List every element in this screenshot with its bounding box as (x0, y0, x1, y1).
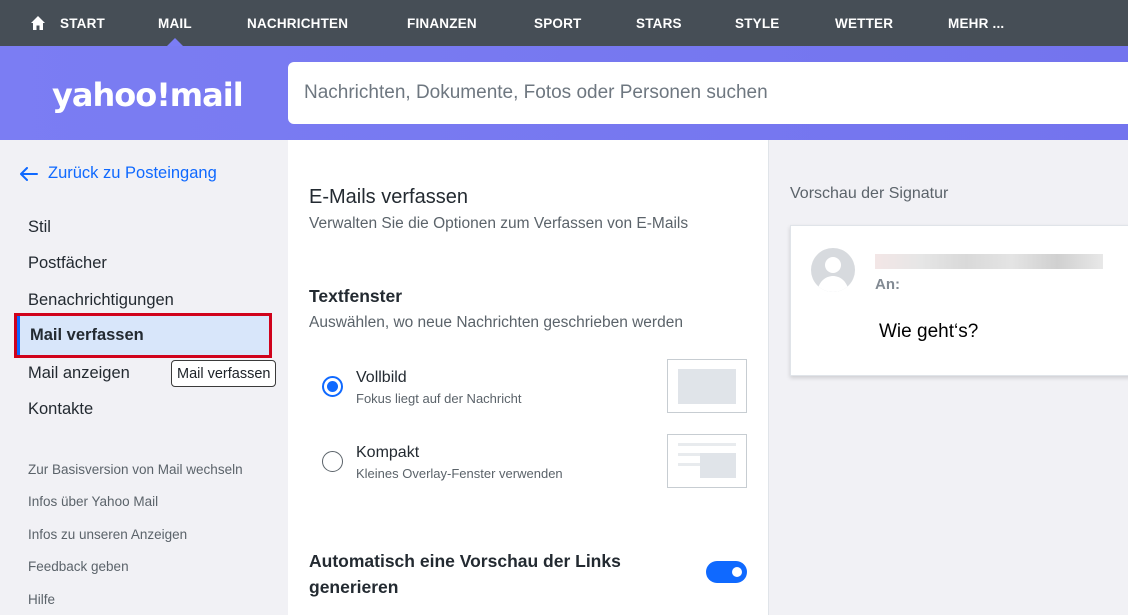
sender-name-redacted (875, 254, 1103, 269)
signature-preview-title: Vorschau der Signatur (790, 185, 949, 202)
nav-item-label: WETTER (835, 15, 894, 31)
option-sublabel: Kleines Overlay-Fenster verwenden (356, 466, 563, 481)
nav-item-mehr[interactable]: MEHR ... (948, 0, 1004, 46)
sidebar-item-postfaecher[interactable]: Postfächer (28, 254, 107, 273)
nav-item-sport[interactable]: SPORT (534, 0, 582, 46)
about-yahoo-mail-link[interactable]: Infos über Yahoo Mail (28, 494, 158, 509)
link-preview-toggle[interactable] (706, 561, 747, 583)
tooltip: Mail verfassen (171, 360, 277, 387)
nav-item-label: START (60, 15, 105, 31)
yahoo-mail-logo[interactable]: yahoo!mail (52, 76, 244, 114)
sidebar-item-label: Mail verfassen (30, 326, 144, 344)
active-nav-indicator (166, 38, 183, 46)
nav-item-label: STARS (636, 15, 682, 31)
section-subtitle: Auswählen, wo neue Nachrichten geschrieb… (309, 314, 683, 331)
nav-item-label: STYLE (735, 15, 780, 31)
sidebar-item-benachrichtigungen[interactable]: Benachrichtigungen (28, 291, 174, 310)
nav-item-style[interactable]: STYLE (735, 0, 780, 46)
basic-version-link[interactable]: Zur Basisversion von Mail wechseln (28, 462, 243, 477)
page-title: E-Mails verfassen (309, 186, 468, 208)
back-link-label: Zurück zu Posteingang (48, 164, 217, 182)
option-label: Kompakt (356, 444, 420, 461)
nav-item-nachrichten[interactable]: NACHRICHTEN (247, 0, 348, 46)
search-input[interactable]: Nachrichten, Dokumente, Fotos oder Perso… (288, 62, 1128, 124)
to-label: An: (875, 276, 900, 293)
link-preview-label: Automatisch eine Vorschau der Links gene… (309, 551, 621, 597)
home-icon (31, 16, 45, 30)
about-ads-link[interactable]: Infos zu unseren Anzeigen (28, 527, 187, 542)
signature-preview-card: An: Wie geht‘s? (790, 225, 1128, 376)
top-nav-bar: START MAIL NACHRICHTEN FINANZEN SPORT ST… (0, 0, 1128, 46)
option-label: Vollbild (356, 369, 407, 386)
mail-header: yahoo!mail Nachrichten, Dokumente, Fotos… (0, 46, 1128, 140)
sidebar-item-mail-verfassen[interactable]: Mail verfassen (14, 313, 272, 358)
nav-item-label: MEHR ... (948, 15, 1005, 31)
nav-item-label: SPORT (534, 15, 582, 31)
sidebar-item-mail-anzeigen[interactable]: Mail anzeigen (28, 364, 130, 383)
compose-settings-panel: E-Mails verfassen Verwalten Sie die Opti… (288, 140, 768, 615)
compact-layout-preview (667, 434, 747, 488)
help-link[interactable]: Hilfe (28, 592, 55, 607)
avatar (811, 248, 855, 292)
page-subtitle: Verwalten Sie die Optionen zum Verfassen… (309, 215, 689, 232)
nav-item-label: NACHRICHTEN (247, 15, 349, 31)
fullscreen-layout-preview (667, 359, 747, 413)
signature-preview-panel: Vorschau der Signatur An: Wie geht‘s? (768, 140, 1128, 615)
nav-item-mail[interactable]: MAIL (158, 0, 192, 46)
nav-item-stars[interactable]: STARS (636, 0, 682, 46)
nav-item-finanzen[interactable]: FINANZEN (407, 0, 477, 46)
nav-item-start[interactable]: START (30, 0, 105, 46)
radio-kompakt[interactable] (322, 451, 343, 472)
arrow-left-icon (20, 166, 38, 181)
feedback-link[interactable]: Feedback geben (28, 559, 129, 574)
sidebar-item-kontakte[interactable]: Kontakte (28, 400, 93, 419)
section-title: Textfenster (309, 286, 403, 306)
radio-vollbild[interactable] (322, 376, 343, 397)
option-sublabel: Fokus liegt auf der Nachricht (356, 391, 522, 406)
nav-item-label: FINANZEN (407, 15, 477, 31)
sidebar-item-stil[interactable]: Stil (28, 218, 51, 237)
search-placeholder: Nachrichten, Dokumente, Fotos oder Perso… (304, 82, 768, 103)
user-icon (817, 257, 849, 292)
nav-item-wetter[interactable]: WETTER (835, 0, 893, 46)
preview-message: Wie geht‘s? (879, 321, 979, 342)
back-to-inbox-link[interactable]: Zurück zu Posteingang (20, 164, 217, 183)
nav-item-label: MAIL (158, 15, 192, 31)
